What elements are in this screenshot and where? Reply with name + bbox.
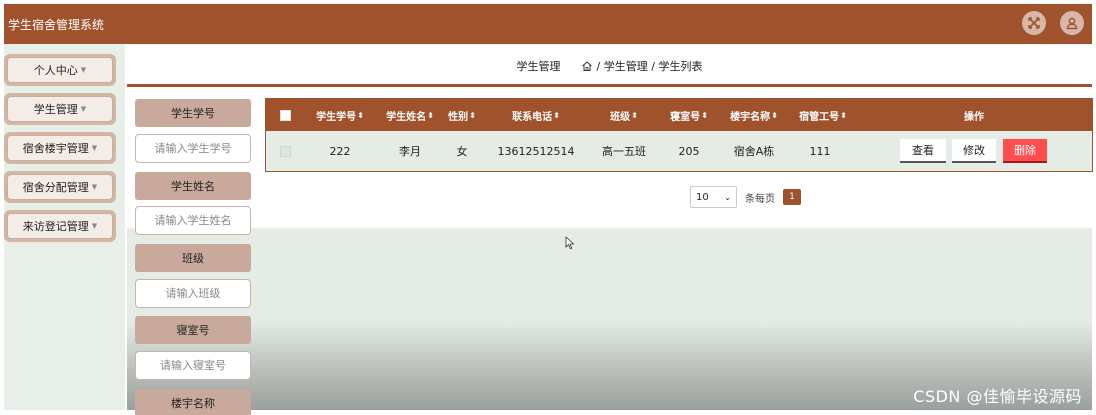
sort-icon: ⬍ xyxy=(840,110,847,120)
sidebar-item-label: 来访登记管理 xyxy=(22,220,89,233)
page-button-current[interactable]: 1 xyxy=(783,189,801,205)
sort-icon: ⬍ xyxy=(357,110,364,120)
class-input[interactable] xyxy=(135,279,251,308)
student-name-input[interactable] xyxy=(135,206,251,235)
cell-phone: 13612512514 xyxy=(497,144,575,158)
sidebar-item-profile[interactable]: 个人中心 ▼ xyxy=(4,54,116,86)
sidebar-item-label: 个人中心 xyxy=(33,64,78,77)
breadcrumb: 学生管理 / 学生管理 / 学生列表 xyxy=(127,47,1092,87)
cell-class: 高一五班 xyxy=(602,145,646,158)
sidebar-item-students[interactable]: 学生管理 ▼ xyxy=(4,93,116,125)
sort-icon: ⬍ xyxy=(469,110,476,120)
per-page-label: 条每页 xyxy=(745,193,775,205)
page-size-value: 10 xyxy=(696,191,709,203)
student-table: 学生学号 ⬍ 学生姓名 ⬍ 性别 ⬍ 联系电话 ⬍ 班级 ⬍ 寝室号 ⬍ 楼宇名称 ⬍ 宿管工… xyxy=(265,98,1093,172)
header-gender[interactable]: 性别 ⬍ xyxy=(446,99,478,131)
header-phone[interactable]: 联系电话 ⬍ xyxy=(502,99,570,131)
sidebar-item-label: 宿舍楼宇管理 xyxy=(22,142,89,155)
sidebar-item-label: 学生管理 xyxy=(33,103,78,116)
chevron-down-icon: ▼ xyxy=(91,222,98,230)
cell-student-name: 李月 xyxy=(399,145,421,158)
filter-label-student-name: 学生姓名 xyxy=(135,172,251,200)
sort-icon: ⬍ xyxy=(427,110,434,120)
edit-button[interactable]: 修改 xyxy=(952,139,996,163)
cell-gender: 女 xyxy=(456,145,468,158)
header-room[interactable]: 寝室号 ⬍ xyxy=(666,99,712,131)
room-input[interactable] xyxy=(135,351,251,380)
table-row: 222 李月 女 13612512514 高一五班 205 宿舍A栋 111 查… xyxy=(266,131,1092,171)
sidebar-item-visitors[interactable]: 来访登记管理 ▼ xyxy=(4,210,116,242)
select-all-checkbox[interactable] xyxy=(278,99,292,131)
header-student-id[interactable]: 学生学号 ⬍ xyxy=(310,99,370,131)
chevron-down-icon: ▼ xyxy=(91,144,98,152)
chevron-down-icon: ⌄ xyxy=(724,192,731,202)
breadcrumb-path: / 学生管理 / 学生列表 xyxy=(596,59,703,73)
filter-label-student-id: 学生学号 xyxy=(135,99,251,127)
header-icons xyxy=(1022,11,1084,35)
filter-label-room: 寝室号 xyxy=(135,316,251,344)
watermark: CSDN @佳愉毕设源码 xyxy=(913,387,1082,406)
sort-icon: ⬍ xyxy=(771,110,778,120)
delete-button[interactable]: 删除 xyxy=(1003,139,1047,163)
sidebar-item-label: 宿舍分配管理 xyxy=(22,181,89,194)
header-building[interactable]: 楼宇名称 ⬍ xyxy=(722,99,786,131)
student-id-input[interactable] xyxy=(135,134,251,163)
view-button[interactable]: 查看 xyxy=(900,139,946,163)
row-checkbox[interactable] xyxy=(278,131,292,171)
sidebar-item-allocation[interactable]: 宿舍分配管理 ▼ xyxy=(4,171,116,203)
header-manager-id[interactable]: 宿管工号 ⬍ xyxy=(792,99,854,131)
app-title: 学生宿舍管理系统 xyxy=(8,17,105,32)
cell-student-id: 222 xyxy=(329,144,351,158)
user-icon[interactable] xyxy=(1060,11,1084,35)
page-size-select[interactable]: 10 ⌄ xyxy=(690,186,737,208)
filter-label-class: 班级 xyxy=(135,244,251,272)
cell-building: 宿舍A栋 xyxy=(733,145,775,158)
sort-icon: ⬍ xyxy=(553,110,560,120)
header-actions: 操作 xyxy=(964,111,984,123)
pagination: 10 ⌄ 条每页 1 xyxy=(690,186,801,208)
table-header: 学生学号 ⬍ 学生姓名 ⬍ 性别 ⬍ 联系电话 ⬍ 班级 ⬍ 寝室号 ⬍ 楼宇名称 ⬍ 宿管工… xyxy=(266,99,1092,131)
chevron-down-icon: ▼ xyxy=(91,183,98,191)
cell-manager-id: 111 xyxy=(809,144,831,158)
sidebar-item-buildings[interactable]: 宿舍楼宇管理 ▼ xyxy=(4,132,116,164)
chevron-down-icon: ▼ xyxy=(80,66,87,74)
mouse-cursor-icon xyxy=(565,236,575,250)
breadcrumb-section: 学生管理 xyxy=(516,59,561,73)
sort-icon: ⬍ xyxy=(631,110,638,120)
header-student-name[interactable]: 学生姓名 ⬍ xyxy=(380,99,440,131)
cell-room: 205 xyxy=(678,144,700,158)
chevron-down-icon: ▼ xyxy=(80,105,87,113)
header-class[interactable]: 班级 ⬍ xyxy=(599,99,649,131)
filter-label-building: 楼宇名称 xyxy=(135,389,251,415)
home-icon[interactable] xyxy=(581,60,593,72)
sort-icon: ⬍ xyxy=(701,110,708,120)
top-bar: 学生宿舍管理系统 xyxy=(4,4,1092,44)
fullscreen-icon[interactable] xyxy=(1022,11,1046,35)
